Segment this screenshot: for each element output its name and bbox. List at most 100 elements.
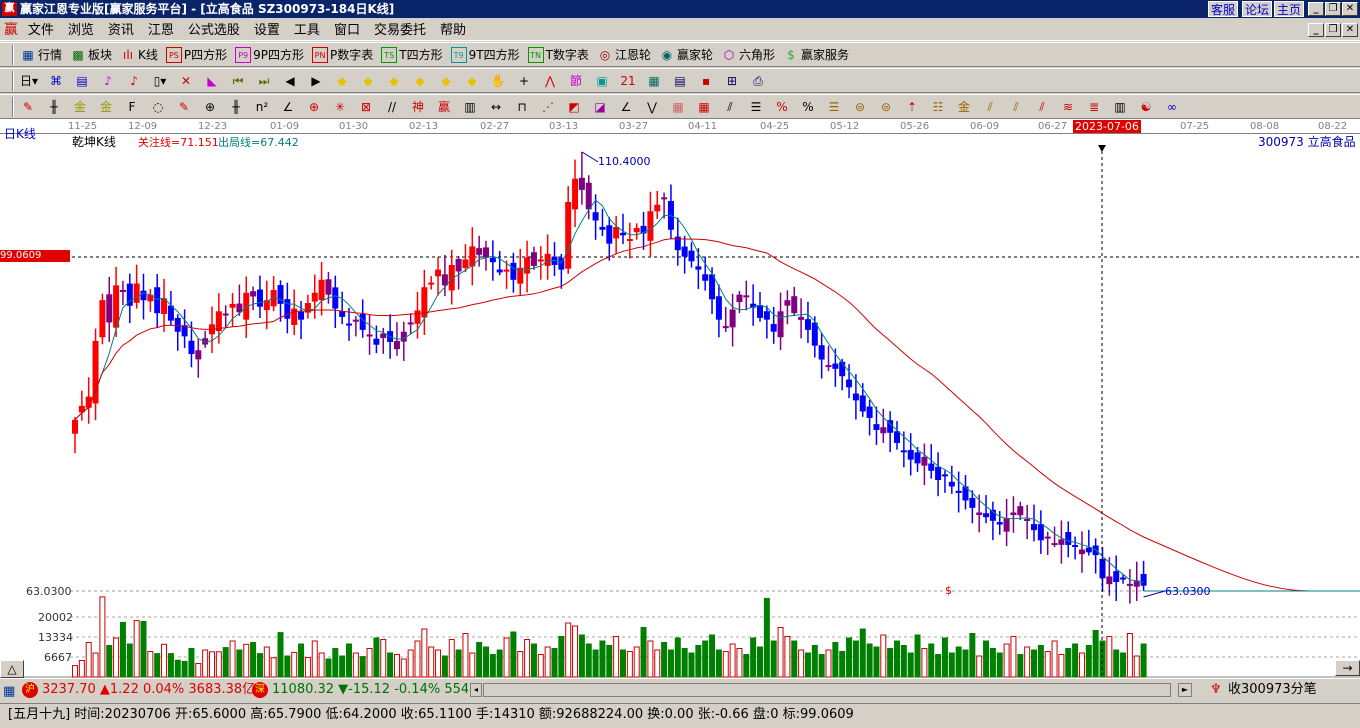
last-button[interactable]: ⏭ [256, 73, 274, 89]
slopes-button[interactable]: ⫽ [982, 99, 1000, 115]
minimize-button[interactable]: _ [1308, 2, 1324, 16]
percent-fan-button[interactable]: % [774, 99, 792, 115]
ray-fan-button[interactable]: ⋰ [540, 99, 558, 115]
menu-4[interactable]: 公式选股 [188, 23, 240, 38]
percent-button[interactable]: % [800, 99, 818, 115]
tn-button[interactable]: TN T数字表 [527, 46, 589, 63]
child-minimize-button[interactable]: _ [1308, 23, 1324, 37]
homepage-link[interactable]: 主页 [1274, 1, 1305, 17]
t9-button[interactable]: T9 9T四方形 [450, 46, 520, 63]
list-button[interactable]: ☰ [748, 99, 766, 115]
web-button[interactable]: ⊠ [358, 99, 376, 115]
star-button[interactable]: ✳ [332, 99, 350, 115]
slope-button[interactable]: // [384, 99, 402, 115]
restore-button[interactable]: ❐ [1325, 2, 1341, 16]
prev-button[interactable]: ◀ [282, 73, 300, 89]
hexagon-button[interactable]: ⬡ 六角形 [721, 46, 775, 63]
grid-button[interactable]: ▦ [670, 99, 688, 115]
scroll-play-button[interactable]: ► [1178, 683, 1192, 697]
zoom-in-button[interactable]: ◆ [412, 73, 430, 89]
menu-1[interactable]: 浏览 [68, 23, 94, 38]
menu-0[interactable]: 文件 [28, 23, 54, 38]
flag-button[interactable]: ◣ [204, 73, 222, 89]
next-button[interactable]: ▶ [308, 73, 326, 89]
shenzhen-index[interactable]: 11080.32 ▼-15.12 -0.14% 5542.3 [272, 680, 468, 700]
stack-button[interactable]: ≣ [1086, 99, 1104, 115]
fan-button[interactable]: ✎ [176, 99, 194, 115]
first-button[interactable]: ⏮ [230, 73, 248, 89]
p9-button[interactable]: P9 9P四方形 [235, 46, 304, 63]
menu-8[interactable]: 交易委托 [374, 23, 426, 38]
wave-button[interactable]: ⋀ [542, 73, 560, 89]
ps-button[interactable]: PS P四方形 [165, 46, 227, 63]
menu-9[interactable]: 帮助 [440, 23, 466, 38]
ruler-button[interactable]: ▥ [462, 99, 480, 115]
infinity-button[interactable]: ∞ [1164, 99, 1182, 115]
square-fan-button[interactable]: ◩ [566, 99, 584, 115]
kline-chart[interactable]: 11-25 12-09 12-23 01-09 01-30 02-13 02-27 03-13… [0, 119, 1360, 679]
save-button[interactable]: ▪ [698, 73, 716, 89]
zoom-h-button[interactable]: ◆ [386, 73, 404, 89]
menu-3[interactable]: 江恩 [148, 23, 174, 38]
notes-button[interactable]: ▤ [74, 73, 92, 89]
cross-pattern-button[interactable]: ✕ [178, 73, 196, 89]
kline-button[interactable]: ılı K线 [120, 46, 158, 63]
fib-button[interactable]: F [124, 99, 142, 115]
scroll-left-button[interactable]: ◂ [470, 683, 482, 697]
pattern-button[interactable]: ⌘ [48, 73, 66, 89]
shen-button[interactable]: 神 [410, 99, 428, 115]
parallel-button[interactable]: ╫ [228, 99, 246, 115]
lines-button[interactable]: ╫ [46, 99, 64, 115]
chart-canvas[interactable] [0, 119, 1360, 679]
crosshair-button[interactable]: + [516, 73, 534, 89]
map-button[interactable]: ▣ [594, 73, 612, 89]
zoom-out-button[interactable]: ◆ [438, 73, 456, 89]
box-button[interactable]: ⊓ [514, 99, 532, 115]
table-icon[interactable]: ▦ [3, 682, 15, 702]
app-menu-icon[interactable]: 赢 [4, 22, 18, 38]
pn-button[interactable]: PN P数字表 [312, 46, 373, 63]
hand-button[interactable]: ✋ [490, 73, 508, 89]
gold-circle-button[interactable]: ⊜ [852, 99, 870, 115]
scroll-right-button[interactable]: → [1335, 660, 1360, 676]
arrow-up-button[interactable]: ⇡ [904, 99, 922, 115]
gold-bars-button[interactable]: ☷ [930, 99, 948, 115]
dollar-button[interactable]: $ 赢家服务 [783, 46, 849, 63]
calculator-button[interactable]: ▦ [646, 73, 664, 89]
square-fan2-button[interactable]: ◪ [592, 99, 610, 115]
gold2-button[interactable]: 金 [98, 99, 116, 115]
gold-circle2-button[interactable]: ⊜ [878, 99, 896, 115]
menu-7[interactable]: 窗口 [334, 23, 360, 38]
table-button[interactable]: ▦ 行情 [20, 46, 62, 63]
menu-5[interactable]: 设置 [254, 23, 280, 38]
chart9-button[interactable]: ♪ [126, 73, 144, 89]
chart3-button[interactable]: ♪ [100, 73, 118, 89]
n2-button[interactable]: n² [254, 99, 272, 115]
child-restore-button[interactable]: ❐ [1325, 23, 1341, 37]
angle-button[interactable]: ∠ [280, 99, 298, 115]
forum-link[interactable]: 论坛 [1242, 1, 1273, 17]
report-button[interactable]: ▤ [672, 73, 690, 89]
close-button[interactable]: ✕ [1342, 2, 1358, 16]
pen-button[interactable]: ✎ [20, 99, 38, 115]
lines3-button[interactable]: ☰ [826, 99, 844, 115]
network-button[interactable]: ⊞ [724, 73, 742, 89]
winner-wheel-button[interactable]: ◉ 赢家轮 [659, 46, 713, 63]
shanghai-index[interactable]: 3237.70 ▲1.22 0.04% 3683.38亿 [42, 680, 255, 700]
slopes3-button[interactable]: ⫽ [1034, 99, 1052, 115]
taiji-button[interactable]: ☯ [1138, 99, 1156, 115]
gold-bars2-button[interactable]: 金 [956, 99, 974, 115]
circle-lines-button[interactable]: ⊕ [202, 99, 220, 115]
angle2-button[interactable]: ∠ [618, 99, 636, 115]
spiral-button[interactable]: ◌ [150, 99, 168, 115]
period-label[interactable]: 日K线 [4, 125, 36, 142]
channels-button[interactable]: ⫽ [722, 99, 740, 115]
measure-button[interactable]: ↔ [488, 99, 506, 115]
zoom-right-button[interactable]: ◆ [360, 73, 378, 89]
v-button[interactable]: ⋁ [644, 99, 662, 115]
ts-button[interactable]: TS T四方形 [381, 46, 443, 63]
menu-6[interactable]: 工具 [294, 23, 320, 38]
printer-button[interactable]: ⎙ [750, 73, 768, 89]
calendar-button[interactable]: 21 [620, 73, 638, 89]
grid2-button[interactable]: ▦ [696, 99, 714, 115]
